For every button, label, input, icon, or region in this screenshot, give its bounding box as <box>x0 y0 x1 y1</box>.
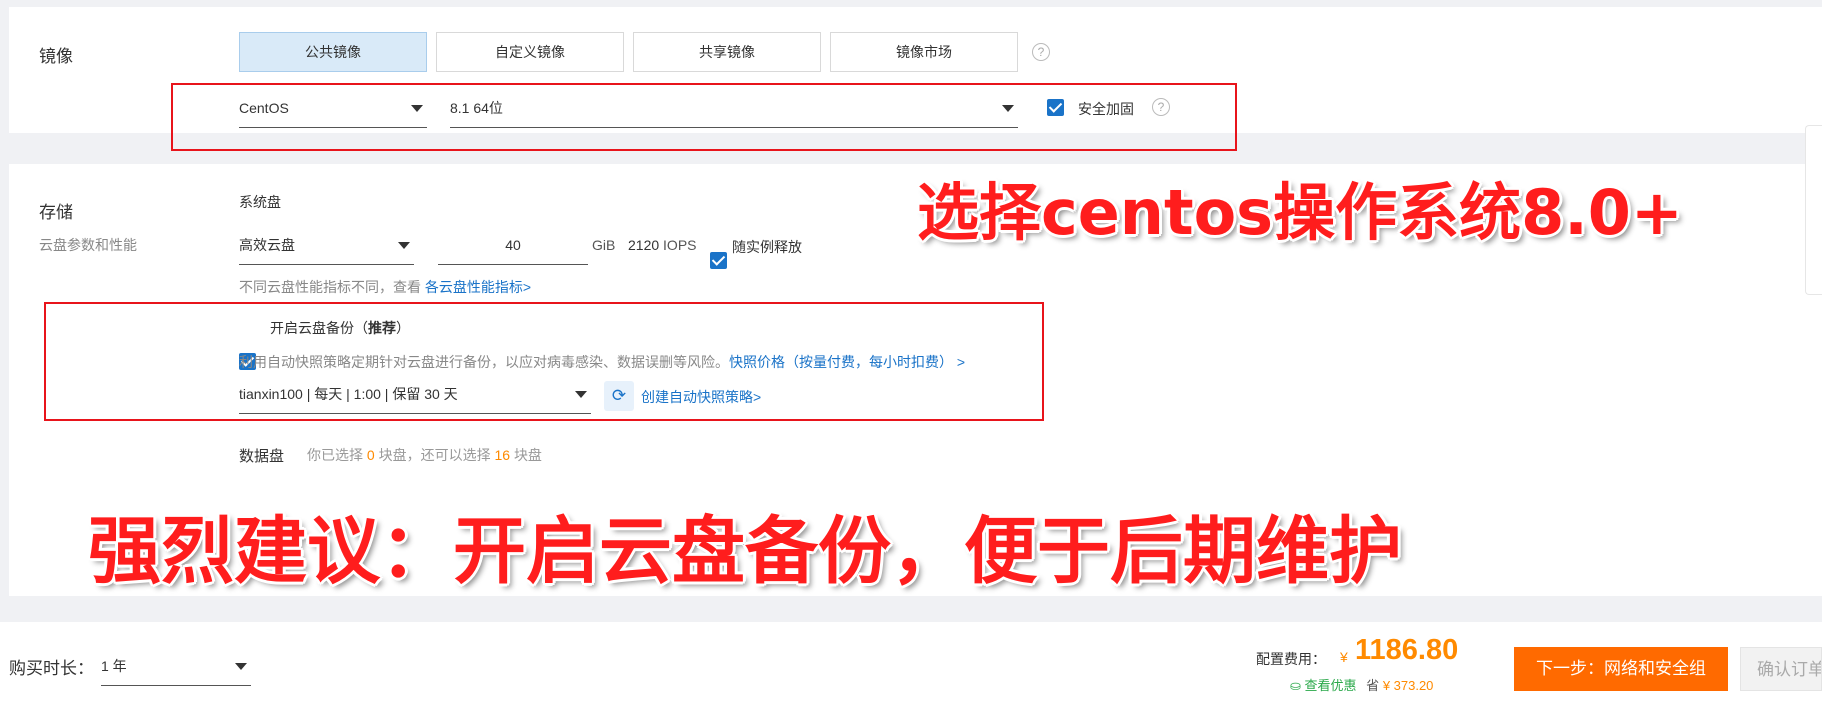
backup-desc: 利用自动快照策略定期针对云盘进行备份，以应对病毒感染、数据误删等风险。快照价格（… <box>239 352 965 372</box>
backup-desc-text: 利用自动快照策略定期针对云盘进行备份，以应对病毒感染、数据误删等风险。 <box>239 354 729 370</box>
fee-label: 配置费用： <box>1256 651 1326 667</box>
duration-select[interactable]: 1 年 <box>101 646 251 686</box>
refresh-icon: ⟳ <box>611 386 627 405</box>
help-icon[interactable]: ? <box>1032 43 1050 61</box>
fee-currency: ¥ <box>1340 649 1348 665</box>
security-label: 安全加固 <box>1078 101 1134 117</box>
refresh-button[interactable]: ⟳ <box>604 381 634 411</box>
discount-link[interactable]: 查看优惠 <box>1305 678 1357 693</box>
backup-label-text: 开启云盘备份（ <box>270 320 368 336</box>
perf-link[interactable]: 各云盘性能指标> <box>425 279 531 295</box>
image-section-title: 镜像 <box>39 47 73 66</box>
tab-image-market[interactable]: 镜像市场 <box>830 32 1018 72</box>
iops-value: 2120 IOPS <box>628 237 697 253</box>
next-step-button[interactable]: 下一步：网络和安全组 <box>1514 647 1728 691</box>
snapshot-policy-value: tianxin100 | 每天 | 1:00 | 保留 30 天 <box>239 386 458 402</box>
data-disk-note-suffix: 块盘 <box>513 447 542 463</box>
discount-icon: ⛀ <box>1290 678 1301 693</box>
perf-note: 不同云盘性能指标不同，查看 各云盘性能指标> <box>239 277 531 297</box>
storage-subtitle: 云盘参数和性能 <box>39 237 137 253</box>
version-select-value: 8.1 64位 <box>450 100 503 116</box>
os-annotation: 选择centos操作系统8.0+ <box>917 176 1683 249</box>
os-select-value: CentOS <box>239 100 289 116</box>
backup-price-link[interactable]: 快照价格（按量付费，每小时扣费） > <box>729 354 965 370</box>
confirm-order-button[interactable]: 确认订单 <box>1740 647 1822 691</box>
disk-size-input[interactable]: 40 <box>438 225 588 265</box>
iops-unit: IOPS <box>663 237 697 253</box>
backup-label: 开启云盘备份（推荐） <box>270 318 410 338</box>
chevron-down-icon <box>1002 105 1014 112</box>
chevron-down-icon <box>575 391 587 398</box>
snapshot-policy-select[interactable]: tianxin100 | 每天 | 1:00 | 保留 30 天 <box>239 374 591 414</box>
tab-shared-image[interactable]: 共享镜像 <box>633 32 821 72</box>
release-with-instance-checkbox[interactable] <box>710 252 727 269</box>
disk-unit: GiB <box>592 237 616 253</box>
os-select[interactable]: CentOS <box>239 88 427 128</box>
disk-size-value: 40 <box>505 237 521 253</box>
save-label: 省 <box>1366 678 1380 693</box>
backup-recommend: 推荐 <box>368 320 396 336</box>
side-widget <box>1805 125 1822 295</box>
chevron-down-icon <box>235 663 247 670</box>
tab-public-image[interactable]: 公共镜像 <box>239 32 427 72</box>
system-disk-label: 系统盘 <box>239 194 281 210</box>
disk-type-value: 高效云盘 <box>239 237 295 253</box>
data-disk-note-mid: 块盘，还可以选择 <box>378 447 491 463</box>
backup-close: ） <box>396 320 410 336</box>
version-select[interactable]: 8.1 64位 <box>450 88 1018 128</box>
release-label: 随实例释放 <box>732 239 802 255</box>
data-disk-selected: 0 <box>366 447 375 463</box>
security-checkbox[interactable] <box>1047 99 1064 116</box>
chevron-down-icon <box>398 242 410 249</box>
storage-section-title: 存储 <box>39 203 73 222</box>
duration-value: 1 年 <box>101 658 127 674</box>
data-disk-remaining: 16 <box>494 447 511 463</box>
discount-row: ⛀ 查看优惠 省 ¥ 373.20 <box>1290 675 1433 694</box>
tab-custom-image[interactable]: 自定义镜像 <box>436 32 624 72</box>
perf-note-text: 不同云盘性能指标不同，查看 <box>239 279 421 295</box>
duration-label: 购买时长： <box>9 659 94 678</box>
create-policy-link[interactable]: 创建自动快照策略> <box>641 387 761 407</box>
data-disk-note: 你已选择 0 块盘，还可以选择 16 块盘 <box>307 445 542 465</box>
fee-value: 1186.80 <box>1355 634 1459 666</box>
iops-number: 2120 <box>628 237 660 253</box>
save-value: ¥ 373.20 <box>1382 678 1434 693</box>
chevron-down-icon <box>411 105 423 112</box>
disk-type-select[interactable]: 高效云盘 <box>239 225 414 265</box>
backup-annotation: 强烈建议：开启云盘备份，便于后期维护 <box>88 509 1402 594</box>
data-disk-label: 数据盘 <box>239 448 285 465</box>
data-disk-note-prefix: 你已选择 <box>307 447 363 463</box>
help-icon[interactable]: ? <box>1152 98 1170 116</box>
